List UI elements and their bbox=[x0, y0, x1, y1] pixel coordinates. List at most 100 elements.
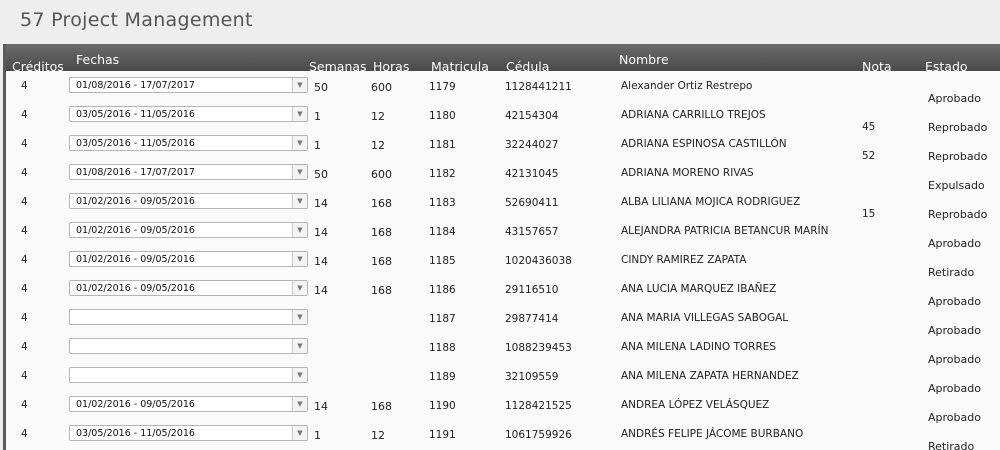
students-table: Créditos Fechas Semanas Horas Matricula … bbox=[3, 44, 1000, 450]
table-row[interactable]: 4 01/02/2016 - 09/05/2016 ▼ 14 168 1183 526904… bbox=[6, 187, 1000, 221]
nombre-cell: ADRIANA CARRILLO TREJOS bbox=[621, 109, 766, 121]
fechas-value: 01/02/2016 - 09/05/2016 bbox=[76, 399, 195, 410]
fechas-select[interactable]: 01/02/2016 - 09/05/2016 ▼ bbox=[69, 396, 308, 412]
table-row[interactable]: 4 01/02/2016 - 09/05/2016 ▼ 14 168 1190 112842… bbox=[6, 390, 1000, 424]
chevron-down-icon[interactable]: ▼ bbox=[292, 78, 307, 92]
matricula-cell: 1190 bbox=[429, 400, 456, 412]
fechas-select[interactable]: 03/05/2016 - 11/05/2016 ▼ bbox=[69, 135, 308, 151]
cedula-cell: 1128441211 bbox=[505, 81, 572, 93]
fechas-select[interactable]: 01/02/2016 - 09/05/2016 ▼ bbox=[69, 222, 308, 238]
fechas-select[interactable]: 03/05/2016 - 11/05/2016 ▼ bbox=[69, 425, 308, 441]
cedula-cell: 43157657 bbox=[505, 226, 559, 238]
chevron-down-icon[interactable]: ▼ bbox=[292, 310, 307, 324]
creditos-cell: 4 bbox=[21, 399, 28, 411]
fechas-select[interactable]: ▼ bbox=[69, 338, 308, 354]
creditos-cell: 4 bbox=[21, 341, 28, 353]
fechas-value: 03/05/2016 - 11/05/2016 bbox=[76, 109, 195, 120]
table-row[interactable]: 4 ▼ 1187 29877414 ANA MARIA VILLEGAS SABOGAL… bbox=[6, 303, 1000, 337]
table-row[interactable]: 4 01/02/2016 - 09/05/2016 ▼ 14 168 1186 291165… bbox=[6, 274, 1000, 308]
header-fechas[interactable]: Fechas bbox=[76, 52, 119, 67]
nombre-cell: ANA MARIA VILLEGAS SABOGAL bbox=[621, 312, 789, 324]
chevron-down-icon[interactable]: ▼ bbox=[292, 194, 307, 208]
creditos-cell: 4 bbox=[21, 283, 28, 295]
matricula-cell: 1187 bbox=[429, 313, 456, 325]
table-row[interactable]: 4 01/08/2016 - 17/07/2017 ▼ 50 600 1179 112844… bbox=[6, 71, 1000, 105]
chevron-down-icon[interactable]: ▼ bbox=[292, 426, 307, 440]
matricula-cell: 1186 bbox=[429, 284, 456, 296]
chevron-down-icon[interactable]: ▼ bbox=[292, 252, 307, 266]
matricula-cell: 1185 bbox=[429, 255, 456, 267]
fechas-select[interactable]: ▼ bbox=[69, 367, 308, 383]
cedula-cell: 32244027 bbox=[505, 139, 559, 151]
horas-cell: 168 bbox=[371, 255, 392, 268]
semanas-cell: 1 bbox=[314, 110, 321, 123]
horas-cell: 600 bbox=[371, 168, 392, 181]
matricula-cell: 1182 bbox=[429, 168, 456, 180]
nombre-cell: ANDREA LÓPEZ VELÁSQUEZ bbox=[621, 399, 770, 411]
table-row[interactable]: 4 03/05/2016 - 11/05/2016 ▼ 1 12 1180 42154304… bbox=[6, 100, 1000, 134]
fechas-value: 03/05/2016 - 11/05/2016 bbox=[76, 138, 195, 149]
table-row[interactable]: 4 01/02/2016 - 09/05/2016 ▼ 14 168 1185 102043… bbox=[6, 245, 1000, 279]
chevron-down-icon[interactable]: ▼ bbox=[292, 165, 307, 179]
chevron-down-icon[interactable]: ▼ bbox=[292, 281, 307, 295]
table-row[interactable]: 4 03/05/2016 - 11/05/2016 ▼ 1 12 1181 32244027… bbox=[6, 129, 1000, 163]
semanas-cell: 14 bbox=[314, 197, 328, 210]
matricula-cell: 1181 bbox=[429, 139, 456, 151]
matricula-cell: 1183 bbox=[429, 197, 456, 209]
creditos-cell: 4 bbox=[21, 196, 28, 208]
cedula-cell: 1128421525 bbox=[505, 400, 572, 412]
fechas-select[interactable]: 03/05/2016 - 11/05/2016 ▼ bbox=[69, 106, 308, 122]
semanas-cell: 14 bbox=[314, 255, 328, 268]
matricula-cell: 1184 bbox=[429, 226, 456, 238]
horas-cell: 168 bbox=[371, 226, 392, 239]
fechas-select[interactable]: 01/02/2016 - 09/05/2016 ▼ bbox=[69, 251, 308, 267]
chevron-down-icon[interactable]: ▼ bbox=[292, 397, 307, 411]
semanas-cell: 14 bbox=[314, 400, 328, 413]
nombre-cell: Alexander Ortiz Restrepo bbox=[621, 80, 753, 92]
fechas-value: 01/08/2016 - 17/07/2017 bbox=[76, 167, 195, 178]
table-row[interactable]: 4 01/02/2016 - 09/05/2016 ▼ 14 168 1184 431576… bbox=[6, 216, 1000, 250]
fechas-value: 01/02/2016 - 09/05/2016 bbox=[76, 254, 195, 265]
table-row[interactable]: 4 ▼ 1189 32109559 ANA MILENA ZAPATA HERNANDE… bbox=[6, 361, 1000, 395]
table-row[interactable]: 4 ▼ 1188 1088239453 ANA MILENA LADINO TORRES… bbox=[6, 332, 1000, 366]
matricula-cell: 1189 bbox=[429, 371, 456, 383]
creditos-cell: 4 bbox=[21, 312, 28, 324]
chevron-down-icon[interactable]: ▼ bbox=[292, 136, 307, 150]
fechas-select[interactable]: 01/08/2016 - 17/07/2017 ▼ bbox=[69, 77, 308, 93]
creditos-cell: 4 bbox=[21, 254, 28, 266]
nombre-cell: ADRIANA MORENO RIVAS bbox=[621, 167, 754, 179]
semanas-cell: 14 bbox=[314, 284, 328, 297]
header-nombre[interactable]: Nombre bbox=[619, 52, 669, 67]
cedula-cell: 42131045 bbox=[505, 168, 559, 180]
semanas-cell: 1 bbox=[314, 139, 321, 152]
nombre-cell: CINDY RAMIREZ ZAPATA bbox=[621, 254, 747, 266]
chevron-down-icon[interactable]: ▼ bbox=[292, 339, 307, 353]
fechas-select[interactable]: 01/02/2016 - 09/05/2016 ▼ bbox=[69, 193, 308, 209]
table-row[interactable]: 4 03/05/2016 - 11/05/2016 ▼ 1 12 1191 10617599… bbox=[6, 419, 1000, 450]
fechas-select[interactable]: ▼ bbox=[69, 309, 308, 325]
chevron-down-icon[interactable]: ▼ bbox=[292, 107, 307, 121]
nombre-cell: ALEJANDRA PATRICIA BETANCUR MARÍN bbox=[621, 225, 829, 237]
page-title: 57 Project Management bbox=[20, 9, 253, 31]
chevron-down-icon[interactable]: ▼ bbox=[292, 223, 307, 237]
fechas-value: 03/05/2016 - 11/05/2016 bbox=[76, 428, 195, 439]
matricula-cell: 1191 bbox=[429, 429, 456, 441]
nombre-cell: ANA MILENA ZAPATA HERNANDEZ bbox=[621, 370, 799, 382]
fechas-value: 01/02/2016 - 09/05/2016 bbox=[76, 196, 195, 207]
horas-cell: 168 bbox=[371, 197, 392, 210]
creditos-cell: 4 bbox=[21, 109, 28, 121]
table-row[interactable]: 4 01/08/2016 - 17/07/2017 ▼ 50 600 1182 421310… bbox=[6, 158, 1000, 192]
nombre-cell: ANA MILENA LADINO TORRES bbox=[621, 341, 777, 353]
creditos-cell: 4 bbox=[21, 428, 28, 440]
fechas-select[interactable]: 01/08/2016 - 17/07/2017 ▼ bbox=[69, 164, 308, 180]
creditos-cell: 4 bbox=[21, 225, 28, 237]
table-body: 4 01/08/2016 - 17/07/2017 ▼ 50 600 1179 112844… bbox=[6, 71, 1000, 450]
matricula-cell: 1179 bbox=[429, 81, 456, 93]
nombre-cell: ANA LUCIA MARQUEZ IBAÑEZ bbox=[621, 283, 777, 295]
horas-cell: 168 bbox=[371, 400, 392, 413]
chevron-down-icon[interactable]: ▼ bbox=[292, 368, 307, 382]
horas-cell: 12 bbox=[371, 429, 385, 442]
fechas-select[interactable]: 01/02/2016 - 09/05/2016 ▼ bbox=[69, 280, 308, 296]
creditos-cell: 4 bbox=[21, 138, 28, 150]
cedula-cell: 29877414 bbox=[505, 313, 559, 325]
